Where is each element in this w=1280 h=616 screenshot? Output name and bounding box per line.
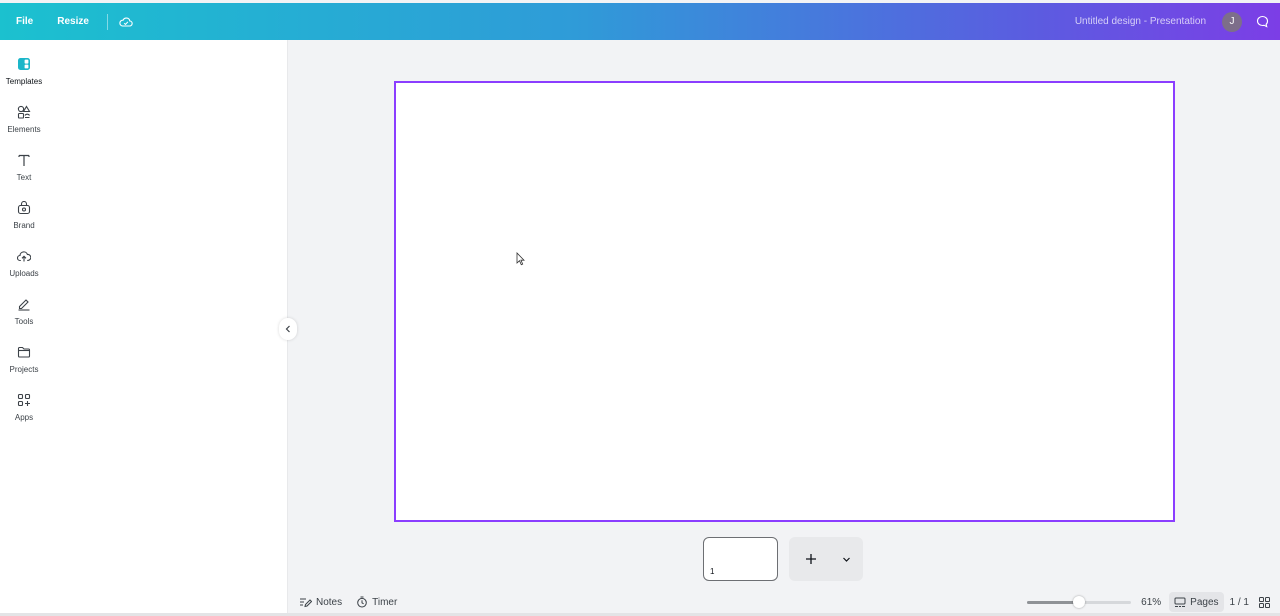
document-title[interactable]: Untitled design - Presentation [1075, 16, 1206, 27]
tools-icon [16, 296, 32, 312]
add-page-options-button[interactable] [833, 537, 859, 581]
sidebar-item-label: Text [16, 173, 32, 182]
page-count: 1 / 1 [1229, 596, 1249, 608]
timer-label: Timer [372, 596, 398, 608]
grid-icon [1259, 596, 1270, 608]
sidebar-item-label: Elements [7, 125, 41, 134]
chevron-left-icon [285, 325, 290, 333]
resize-button[interactable]: Resize [49, 10, 97, 34]
mouse-cursor-icon [516, 252, 525, 266]
zoom-fill [1027, 601, 1080, 604]
collapse-panel-button[interactable] [279, 318, 297, 340]
avatar[interactable]: J [1222, 11, 1242, 32]
elements-icon [16, 104, 32, 120]
sidebar-item-uploads[interactable]: Uploads [0, 246, 48, 292]
sidebar-item-elements[interactable]: Elements [0, 102, 48, 148]
pages-label: Pages [1190, 596, 1219, 608]
sidebar-item-label: Projects [9, 365, 39, 374]
zoom-handle[interactable] [1073, 596, 1086, 608]
brand-icon [16, 200, 32, 216]
bottom-bar: Notes Timer 61% Pages 1 / 1 [289, 590, 1280, 614]
page-number: 1 [710, 567, 715, 576]
zoom-slider[interactable] [1027, 596, 1132, 608]
cloud-icon[interactable] [116, 12, 136, 32]
sidebar-item-label: Tools [14, 317, 34, 326]
sidebar-item-brand[interactable]: Brand [0, 198, 48, 244]
sidebar-item-label: Apps [14, 413, 34, 422]
notes-button[interactable]: Notes [295, 592, 346, 612]
chevron-down-icon [842, 557, 850, 562]
grid-view-button[interactable] [1257, 592, 1272, 612]
sidebar-item-label: Brand [13, 221, 35, 230]
zoom-percent[interactable]: 61% [1141, 597, 1161, 608]
templates-icon [16, 56, 32, 72]
text-icon [16, 152, 32, 168]
uploads-icon [16, 248, 32, 264]
sidebar-item-text[interactable]: Text [0, 150, 48, 196]
design-canvas[interactable] [394, 81, 1175, 522]
add-page-button[interactable] [789, 537, 833, 581]
notes-icon [300, 598, 312, 607]
sidebar-item-templates[interactable]: Templates [0, 54, 48, 100]
sidebar-item-label: Uploads [9, 269, 39, 278]
folder-icon [16, 344, 32, 360]
apps-icon [16, 392, 32, 408]
side-panel [48, 40, 288, 616]
sidebar-item-apps[interactable]: Apps [0, 390, 48, 436]
comment-icon[interactable] [1252, 12, 1272, 32]
top-bar: File Resize Untitled design - Presentati… [0, 3, 1280, 40]
sidebar-item-label: Templates [5, 77, 43, 86]
timer-icon [357, 596, 367, 608]
plus-icon [806, 554, 816, 564]
page-thumbnail[interactable]: 1 [703, 537, 778, 581]
pages-button[interactable]: Pages [1169, 592, 1224, 612]
pages-icon [1174, 597, 1186, 607]
file-menu-button[interactable]: File [8, 10, 41, 34]
notes-label: Notes [316, 596, 343, 608]
sidebar-item-tools[interactable]: Tools [0, 294, 48, 340]
toolbar-divider [106, 13, 108, 30]
sidebar-item-projects[interactable]: Projects [0, 342, 48, 388]
add-page-group [789, 537, 863, 581]
timer-button[interactable]: Timer [352, 592, 401, 612]
